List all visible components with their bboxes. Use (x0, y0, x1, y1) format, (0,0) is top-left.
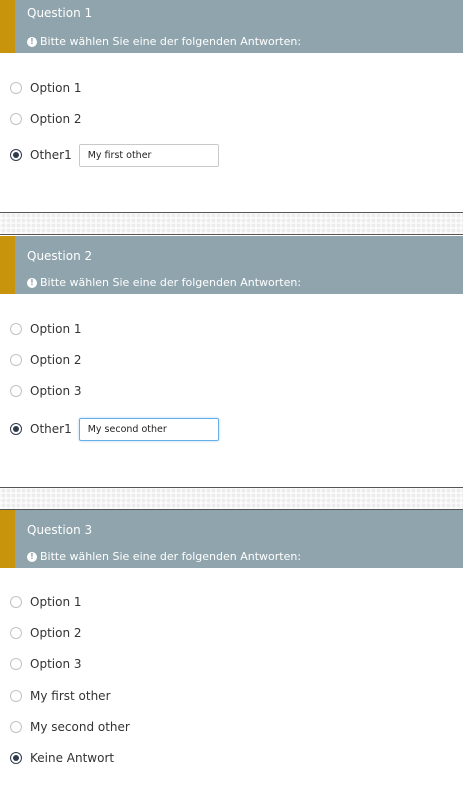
question-accent-bar (0, 0, 15, 53)
answer-option[interactable]: Option 3 (10, 655, 82, 673)
answer-option-other[interactable]: Other1 (10, 143, 219, 167)
question-1: Question 1 ! Bitte wählen Sie eine der f… (0, 0, 463, 211)
radio-button[interactable] (10, 721, 22, 733)
question-header: Question 2 ! Bitte wählen Sie eine der f… (0, 236, 463, 294)
question-header: Question 3 ! Bitte wählen Sie eine der f… (0, 510, 463, 568)
answer-label: Option 3 (30, 657, 82, 671)
radio-button[interactable] (10, 690, 22, 702)
radio-button-selected[interactable] (10, 149, 22, 161)
answer-label: Option 2 (30, 626, 82, 640)
radio-button[interactable] (10, 323, 22, 335)
question-title: Question 1 (27, 6, 93, 20)
question-3: Question 3 ! Bitte wählen Sie eine der f… (0, 510, 463, 806)
question-header: Question 1 ! Bitte wählen Sie eine der f… (0, 0, 463, 53)
answer-option[interactable]: Option 1 (10, 320, 82, 338)
radio-button[interactable] (10, 658, 22, 670)
answer-label: Option 3 (30, 384, 82, 398)
answer-option[interactable]: Option 2 (10, 110, 82, 128)
answer-label: My first other (30, 689, 111, 703)
answer-option[interactable]: Option 2 (10, 624, 82, 642)
answer-label: Option 1 (30, 81, 82, 95)
question-accent-bar (0, 510, 15, 568)
answer-label: Option 2 (30, 112, 82, 126)
question-help: ! Bitte wählen Sie eine der folgenden An… (27, 550, 301, 563)
radio-button-selected[interactable] (10, 752, 22, 764)
answer-label: Option 1 (30, 595, 82, 609)
answer-option[interactable]: Option 3 (10, 382, 82, 400)
radio-button[interactable] (10, 82, 22, 94)
answer-label: Keine Antwort (30, 751, 115, 765)
radio-button[interactable] (10, 596, 22, 608)
info-icon: ! (27, 36, 37, 47)
other-text-input[interactable] (78, 143, 219, 167)
answer-label: Other1 (30, 148, 72, 162)
radio-button[interactable] (10, 627, 22, 639)
answer-option-other[interactable]: Other1 (10, 417, 219, 441)
radio-button-selected[interactable] (10, 423, 22, 435)
question-separator (0, 487, 463, 510)
answer-label: My second other (30, 720, 130, 734)
answer-label: Option 1 (30, 322, 82, 336)
radio-button[interactable] (10, 113, 22, 125)
question-2: Question 2 ! Bitte wählen Sie eine der f… (0, 236, 463, 486)
answer-option[interactable]: Option 1 (10, 593, 82, 611)
question-help: ! Bitte wählen Sie eine der folgenden An… (27, 276, 301, 289)
info-icon: ! (27, 277, 37, 288)
radio-button[interactable] (10, 385, 22, 397)
help-text: Bitte wählen Sie eine der folgenden Antw… (40, 276, 302, 289)
answer-label: Option 2 (30, 353, 82, 367)
other-text-input[interactable] (78, 417, 219, 441)
answer-option[interactable]: Option 2 (10, 351, 82, 369)
question-help: ! Bitte wählen Sie eine der folgenden An… (27, 35, 301, 48)
help-text: Bitte wählen Sie eine der folgenden Antw… (40, 35, 302, 48)
question-accent-bar (0, 236, 15, 294)
answer-label: Other1 (30, 422, 72, 436)
radio-button[interactable] (10, 354, 22, 366)
help-text: Bitte wählen Sie eine der folgenden Antw… (40, 550, 302, 563)
question-separator (0, 212, 463, 235)
question-title: Question 3 (27, 523, 93, 537)
info-icon: ! (27, 551, 37, 562)
answer-option[interactable]: My first other (10, 687, 111, 705)
answer-option[interactable]: Option 1 (10, 79, 82, 97)
answer-option[interactable]: Keine Antwort (10, 749, 114, 767)
answer-option[interactable]: My second other (10, 718, 130, 736)
question-title: Question 2 (27, 249, 93, 263)
